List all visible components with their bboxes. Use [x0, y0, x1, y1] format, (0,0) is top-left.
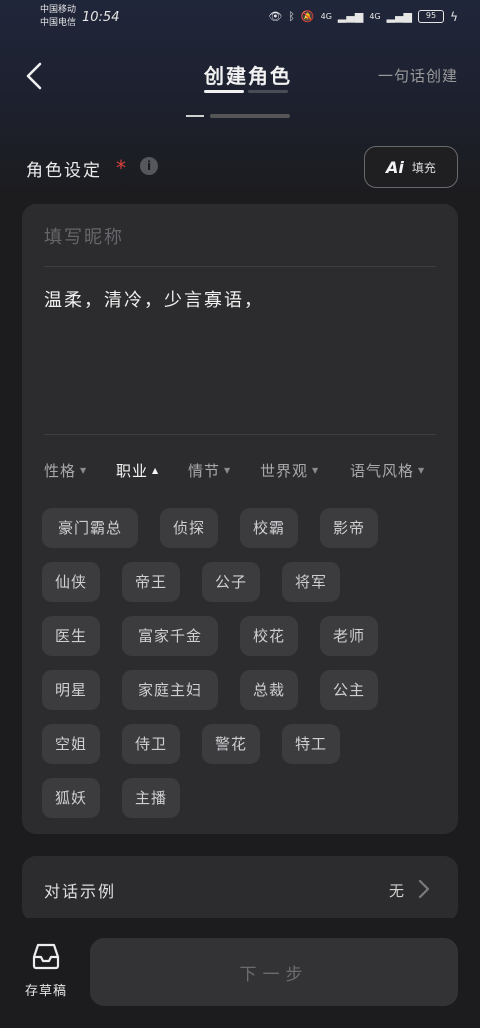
chip[interactable]: 富家千金: [122, 616, 218, 656]
sub-tab-active-bar: [186, 115, 204, 117]
chevron-right-icon: [418, 879, 430, 899]
chip[interactable]: 家庭主妇: [122, 670, 218, 710]
role-settings-title: 角色设定: [26, 161, 102, 181]
tab-create-role[interactable]: 创建角色: [204, 60, 292, 89]
tab-quick-create[interactable]: 一句话创建: [378, 65, 458, 86]
battery-icon: 95: [418, 10, 444, 23]
status-bar: 中国移动 中国电信 10:54 👁 ᛒ 🔕 4G ▂▄▆ 4G ▂▄▆ 95 ϟ: [0, 0, 480, 36]
dialog-example-value: 无: [388, 882, 404, 900]
tab-label: 世界观: [260, 462, 309, 480]
dialog-example-row[interactable]: 对话示例 无: [22, 856, 458, 922]
tab-label: 职业: [116, 462, 149, 480]
save-draft-button[interactable]: 存草稿: [16, 942, 76, 1006]
ai-fill-button[interactable]: Ai 填充: [364, 146, 458, 188]
carrier-2: 中国电信: [40, 18, 77, 28]
carrier-info: 中国移动 中国电信: [40, 4, 76, 30]
chip[interactable]: 特工: [282, 724, 340, 764]
status-time: 10:54: [82, 10, 120, 25]
chip[interactable]: 医生: [42, 616, 100, 656]
network-2: 4G: [369, 12, 381, 21]
back-button[interactable]: [18, 56, 50, 96]
mute-icon: 🔕: [300, 10, 315, 23]
ai-logo-icon: Ai: [386, 157, 404, 177]
eye-icon: 👁: [268, 10, 283, 23]
chip[interactable]: 将军: [282, 562, 340, 602]
back-arrow-icon: [26, 62, 42, 90]
navigation-bar: 创建角色 一句话创建: [0, 52, 480, 100]
dialog-example-label: 对话示例: [44, 882, 117, 901]
save-draft-label: 存草稿: [24, 984, 67, 999]
chip[interactable]: 狐妖: [42, 778, 100, 818]
sub-tab-indicator: [186, 112, 296, 120]
chip[interactable]: 总裁: [240, 670, 298, 710]
tab-tone-style[interactable]: 语气风格 ▼: [350, 460, 425, 481]
caret-down-icon: ▼: [224, 466, 232, 475]
chip[interactable]: 校花: [240, 616, 298, 656]
chip[interactable]: 主播: [122, 778, 180, 818]
bluetooth-icon: ᛒ: [288, 10, 295, 23]
chip[interactable]: 侦探: [160, 508, 218, 548]
caret-down-icon: ▼: [312, 466, 320, 475]
active-tab-indicator: [204, 90, 244, 93]
chip[interactable]: 影帝: [320, 508, 378, 548]
required-marker: *: [116, 156, 126, 180]
chip[interactable]: 老师: [320, 616, 378, 656]
tab-occupation[interactable]: 职业 ▲: [116, 460, 159, 481]
caret-up-icon: ▲: [152, 466, 160, 475]
inbox-icon: [32, 943, 60, 970]
occupation-chips: 豪门霸总 侦探 校霸 影帝 仙侠 帝王 公子 将军 医生 富家千金 校花 老师 …: [42, 508, 442, 818]
divider: [44, 434, 436, 435]
next-step-button[interactable]: 下一步: [90, 938, 458, 1006]
charging-icon: ϟ: [450, 10, 458, 24]
signal-icon-2: ▂▄▆: [386, 10, 412, 23]
chip[interactable]: 明星: [42, 670, 100, 710]
tab-worldview[interactable]: 世界观 ▼: [260, 460, 319, 481]
chip[interactable]: 校霸: [240, 508, 298, 548]
chip[interactable]: 警花: [202, 724, 260, 764]
caret-down-icon: ▼: [418, 466, 426, 475]
chip[interactable]: 豪门霸总: [42, 508, 138, 548]
chip[interactable]: 仙侠: [42, 562, 100, 602]
network-1: 4G: [320, 12, 332, 21]
tab-personality[interactable]: 性格 ▼: [44, 460, 87, 481]
chip[interactable]: 公子: [202, 562, 260, 602]
divider: [44, 266, 436, 267]
tab-label: 性格: [44, 462, 77, 480]
chip[interactable]: 公主: [320, 670, 378, 710]
chip[interactable]: 空姐: [42, 724, 100, 764]
tab-plot[interactable]: 情节 ▼: [188, 460, 231, 481]
tab-indicator-track: [248, 90, 288, 93]
description-textarea[interactable]: 温柔，清冷，少言寡语，: [44, 286, 436, 312]
signal-icon-1: ▂▄▆: [337, 10, 364, 23]
category-tabs: 性格 ▼ 职业 ▲ 情节 ▼ 世界观 ▼ 语气风格 ▼: [44, 460, 448, 484]
tab-label: 情节: [188, 462, 221, 480]
chip[interactable]: 侍卫: [122, 724, 180, 764]
carrier-1: 中国移动: [40, 5, 77, 15]
chip[interactable]: 帝王: [122, 562, 180, 602]
sub-tab-track: [210, 114, 290, 118]
caret-down-icon: ▼: [80, 466, 88, 475]
info-icon[interactable]: i: [140, 157, 158, 175]
nickname-input[interactable]: [44, 220, 434, 254]
tab-label: 语气风格: [350, 462, 415, 480]
status-icons: 👁 ᛒ 🔕 4G ▂▄▆ 4G ▂▄▆ 95: [268, 10, 444, 23]
ai-fill-label: 填充: [411, 160, 436, 175]
role-settings-card: 温柔，清冷，少言寡语， 性格 ▼ 职业 ▲ 情节 ▼ 世界观 ▼ 语气风格 ▼ …: [22, 204, 458, 834]
